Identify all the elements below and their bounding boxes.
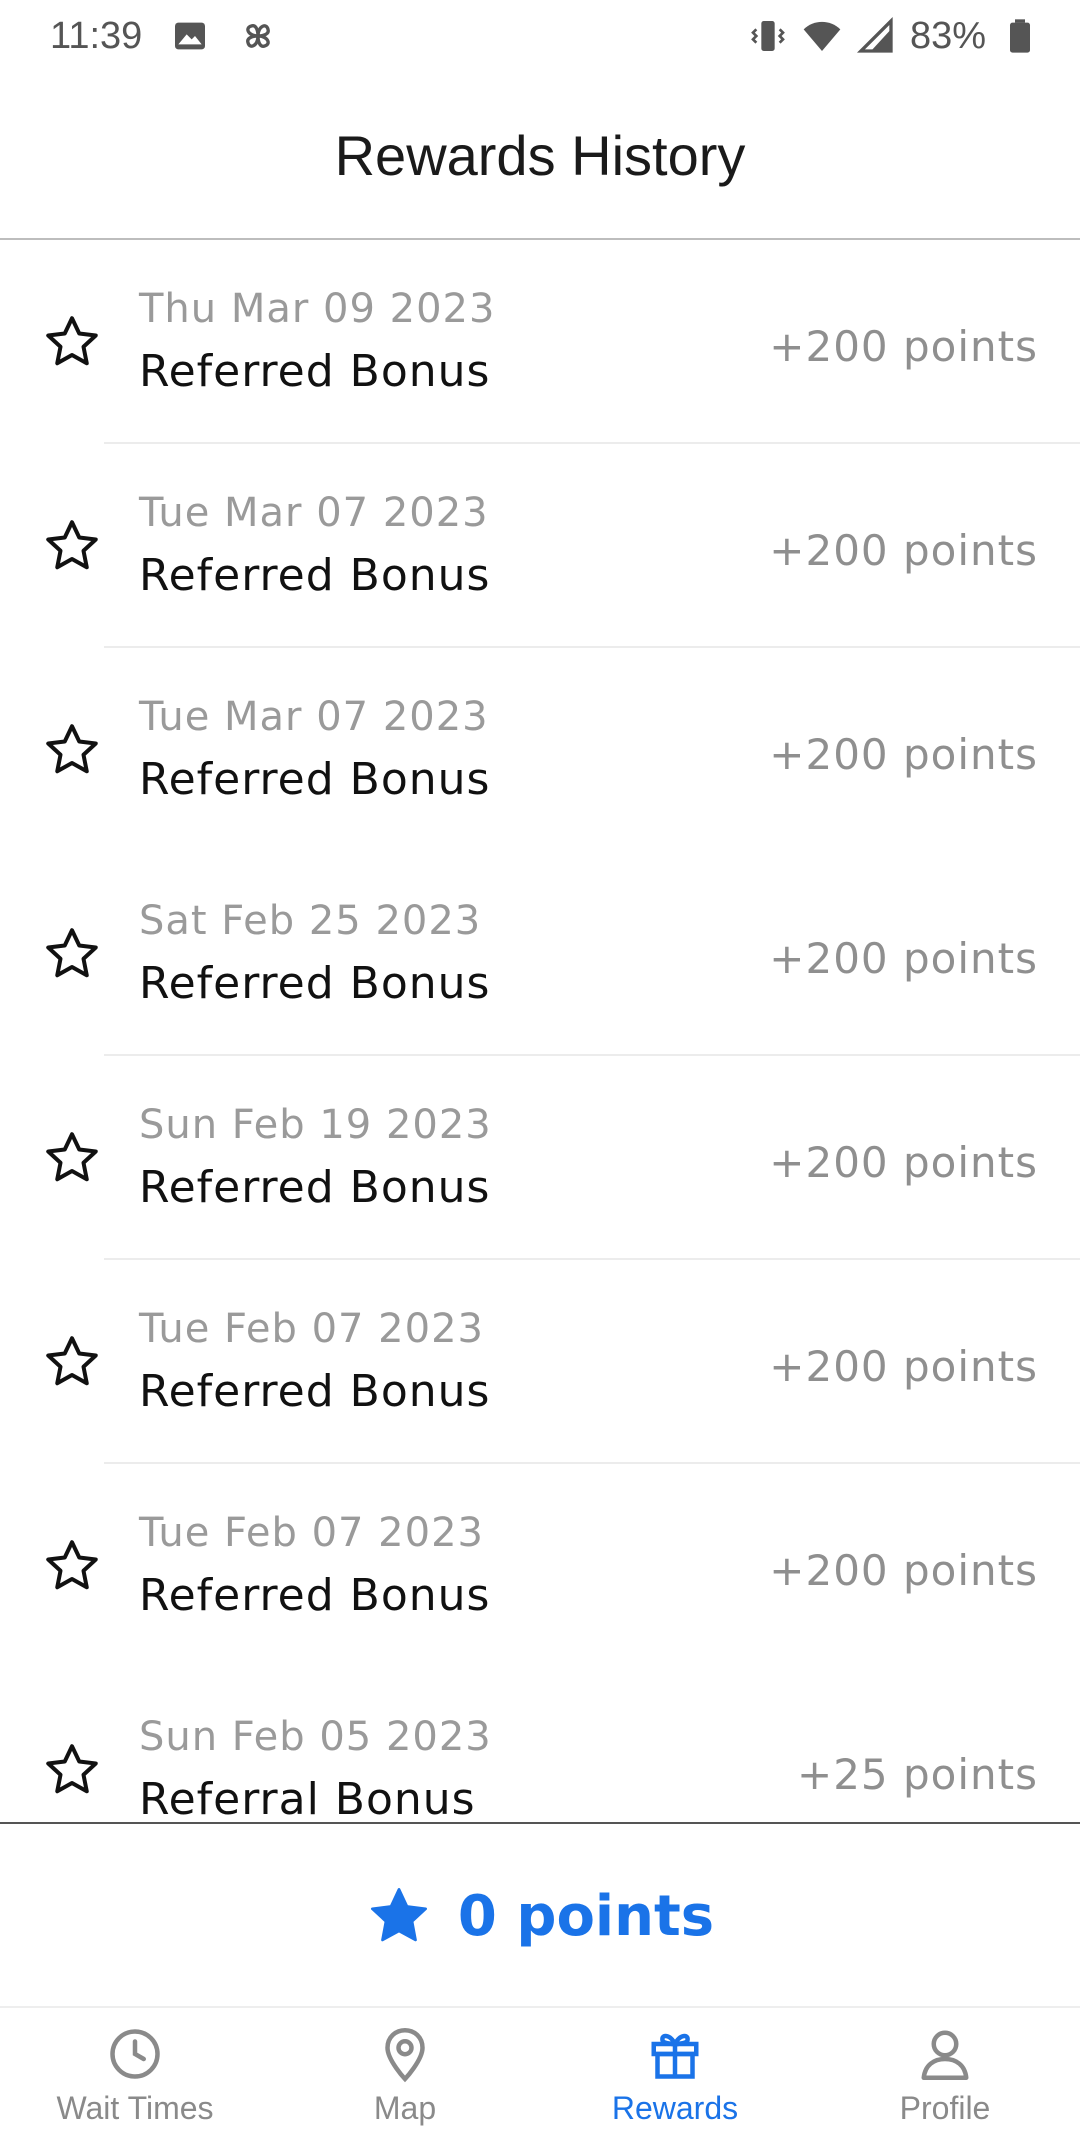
reward-title: Referred Bonus <box>139 958 491 1009</box>
status-bar: 11:39 83% <box>0 0 1080 80</box>
reward-date: Sun Feb 05 2023 <box>139 1714 492 1760</box>
points-summary: 0 points <box>0 1822 1080 2008</box>
reward-title: Referred Bonus <box>139 1366 491 1417</box>
star-icon <box>46 1336 98 1386</box>
reward-points: +200 points <box>769 934 1038 983</box>
reward-title: Referral Bonus <box>139 1774 476 1822</box>
reward-title: Referred Bonus <box>139 754 491 805</box>
wifi-icon <box>803 21 841 51</box>
star-filled-icon <box>370 1888 427 1942</box>
reward-points: +200 points <box>769 1546 1038 1595</box>
nav-map[interactable]: Map <box>270 2008 540 2142</box>
nav-label: Profile <box>899 2090 991 2126</box>
reward-points: +200 points <box>769 526 1038 575</box>
battery-icon <box>1010 19 1030 53</box>
nav-wait-times[interactable]: Wait Times <box>0 2008 270 2142</box>
reward-row[interactable]: Sun Feb 19 2023 Referred Bonus +200 poin… <box>0 1056 1080 1260</box>
user-icon <box>921 2030 969 2080</box>
reward-points: +200 points <box>769 1138 1038 1187</box>
star-icon <box>46 1540 98 1590</box>
reward-row[interactable]: Thu Mar 09 2023 Referred Bonus +200 poin… <box>0 240 1080 444</box>
reward-date: Tue Mar 07 2023 <box>139 490 489 536</box>
reward-points: +200 points <box>769 730 1038 779</box>
header: Rewards History <box>0 80 1080 240</box>
reward-title: Referred Bonus <box>139 550 491 601</box>
battery-percent: 83% <box>909 14 986 57</box>
page-title: Rewards History <box>334 123 746 187</box>
reward-points: +200 points <box>769 1342 1038 1391</box>
nav-profile[interactable]: Profile <box>810 2008 1080 2142</box>
pinwheel-icon <box>246 24 271 48</box>
reward-row[interactable]: Tue Feb 07 2023 Referred Bonus +200 poin… <box>0 1260 1080 1464</box>
reward-row[interactable]: Tue Feb 07 2023 Referred Bonus +200 poin… <box>0 1464 1080 1668</box>
star-icon <box>46 316 98 366</box>
reward-title: Referred Bonus <box>139 346 491 397</box>
map-pin-icon <box>385 2027 425 2083</box>
star-icon <box>46 724 98 774</box>
vibrate-icon <box>751 21 785 51</box>
points-total: 0 points <box>457 1883 715 1949</box>
status-time: 11:39 <box>50 14 143 57</box>
reward-points: +200 points <box>769 322 1038 371</box>
star-icon <box>46 928 98 978</box>
reward-row[interactable]: Sun Feb 05 2023 Referral Bonus +25 point… <box>0 1668 1080 1822</box>
star-icon <box>46 1132 98 1182</box>
image-icon <box>175 22 206 50</box>
reward-date: Tue Feb 07 2023 <box>139 1510 484 1556</box>
signal-icon <box>856 16 893 53</box>
nav-label: Map <box>373 2090 437 2126</box>
reward-date: Tue Mar 07 2023 <box>139 694 489 740</box>
bottom-nav: Wait Times Map Rewards Profile <box>0 2006 1080 2142</box>
gift-icon <box>651 2033 699 2079</box>
reward-date: Sat Feb 25 2023 <box>139 898 482 944</box>
reward-date: Thu Mar 09 2023 <box>139 286 496 332</box>
nav-rewards[interactable]: Rewards <box>540 2008 810 2142</box>
nav-label: Wait Times <box>56 2090 214 2126</box>
reward-title: Referred Bonus <box>139 1162 491 1213</box>
clock-icon <box>110 2029 160 2079</box>
reward-date: Sun Feb 19 2023 <box>139 1102 492 1148</box>
reward-row[interactable]: Tue Mar 07 2023 Referred Bonus +200 poin… <box>0 444 1080 648</box>
nav-label: Rewards <box>611 2090 739 2126</box>
star-icon <box>46 520 98 570</box>
star-icon <box>46 1744 98 1794</box>
reward-points: +25 points <box>797 1750 1038 1799</box>
rewards-list[interactable]: Thu Mar 09 2023 Referred Bonus +200 poin… <box>0 240 1080 1822</box>
status-right: 83% <box>748 14 1040 58</box>
reward-row[interactable]: Sat Feb 25 2023 Referred Bonus +200 poin… <box>0 852 1080 1056</box>
status-left: 11:39 <box>50 14 278 58</box>
reward-date: Tue Feb 07 2023 <box>139 1306 484 1352</box>
reward-title: Referred Bonus <box>139 1570 491 1621</box>
reward-row[interactable]: Tue Mar 07 2023 Referred Bonus +200 poin… <box>0 648 1080 852</box>
